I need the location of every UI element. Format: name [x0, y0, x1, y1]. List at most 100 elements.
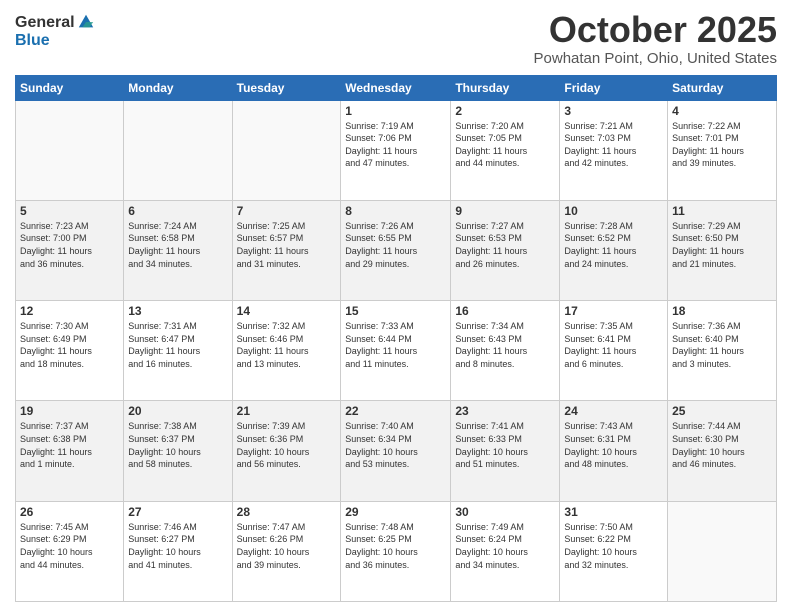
calendar-day: 25 Sunrise: 7:44 AMSunset: 6:30 PMDayligh…: [668, 401, 777, 501]
logo-icon: [77, 13, 95, 31]
calendar-day: 6Sunrise: 7:24 AMSunset: 6:58 PMDaylight…: [124, 200, 232, 300]
day-info: Sunrise: 7:40 AMSunset: 6:34 PMDaylight:…: [345, 420, 446, 470]
day-info: Sunrise: 7:48 AMSunset: 6:25 PMDaylight:…: [345, 521, 446, 571]
calendar-day: 23Sunrise: 7:41 AMSunset: 6:33 PMDayligh…: [451, 401, 560, 501]
day-number: 24: [564, 404, 663, 418]
day-info: Sunrise: 7:45 AMSunset: 6:29 PMDaylight:…: [20, 521, 119, 571]
col-tuesday: Tuesday: [232, 75, 341, 100]
calendar-day: 1Sunrise: 7:19 AMSunset: 7:06 PMDaylight…: [341, 100, 451, 200]
col-thursday: Thursday: [451, 75, 560, 100]
day-number: 9: [455, 204, 555, 218]
day-number: 10: [564, 204, 663, 218]
day-number: 5: [20, 204, 119, 218]
calendar-day: 2 Sunrise: 7:20 AMSunset: 7:05 PMDaylight…: [451, 100, 560, 200]
calendar-day: 31Sunrise: 7:50 AMSunset: 6:22 PMDayligh…: [560, 501, 668, 601]
calendar-week-5: 26 Sunrise: 7:45 AMSunset: 6:29 PMDayligh…: [16, 501, 777, 601]
calendar-day: 29 Sunrise: 7:48 AMSunset: 6:25 PMDayligh…: [341, 501, 451, 601]
calendar-week-3: 12Sunrise: 7:30 AMSunset: 6:49 PMDayligh…: [16, 301, 777, 401]
calendar-day: 21 Sunrise: 7:39 AMSunset: 6:36 PMDayligh…: [232, 401, 341, 501]
calendar-day: 5Sunrise: 7:23 AMSunset: 7:00 PMDaylight…: [16, 200, 124, 300]
logo: General Blue: [15, 14, 95, 49]
day-number: 19: [20, 404, 119, 418]
month-title: October 2025: [534, 10, 777, 50]
day-number: 2: [455, 104, 555, 118]
page: General Blue October 2025 Powhatan Point…: [0, 0, 792, 612]
location-title: Powhatan Point, Ohio, United States: [534, 50, 777, 67]
calendar-day: 14Sunrise: 7:32 AMSunset: 6:46 PMDayligh…: [232, 301, 341, 401]
day-number: 14: [237, 304, 337, 318]
calendar-day: [124, 100, 232, 200]
day-number: 15: [345, 304, 446, 318]
day-number: 17: [564, 304, 663, 318]
calendar-day: 18 Sunrise: 7:36 AMSunset: 6:40 PMDayligh…: [668, 301, 777, 401]
day-info: Sunrise: 7:38 AMSunset: 6:37 PMDaylight:…: [128, 420, 227, 470]
day-info: Sunrise: 7:28 AMSunset: 6:52 PMDaylight:…: [564, 220, 663, 270]
calendar-day: 11 Sunrise: 7:29 AMSunset: 6:50 PMDayligh…: [668, 200, 777, 300]
day-info: Sunrise: 7:47 AMSunset: 6:26 PMDaylight:…: [237, 521, 337, 571]
day-info: Sunrise: 7:35 AMSunset: 6:41 PMDaylight:…: [564, 320, 663, 370]
day-info: Sunrise: 7:27 AMSunset: 6:53 PMDaylight:…: [455, 220, 555, 270]
header: General Blue October 2025 Powhatan Point…: [15, 10, 777, 67]
day-info: Sunrise: 7:46 AMSunset: 6:27 PMDaylight:…: [128, 521, 227, 571]
calendar-day: 9 Sunrise: 7:27 AMSunset: 6:53 PMDaylight…: [451, 200, 560, 300]
calendar-day: 24 Sunrise: 7:43 AMSunset: 6:31 PMDayligh…: [560, 401, 668, 501]
day-info: Sunrise: 7:36 AMSunset: 6:40 PMDaylight:…: [672, 320, 772, 370]
day-info: Sunrise: 7:34 AMSunset: 6:43 PMDaylight:…: [455, 320, 555, 370]
day-number: 11: [672, 204, 772, 218]
day-info: Sunrise: 7:39 AMSunset: 6:36 PMDaylight:…: [237, 420, 337, 470]
day-info: Sunrise: 7:29 AMSunset: 6:50 PMDaylight:…: [672, 220, 772, 270]
calendar-day: 19 Sunrise: 7:37 AMSunset: 6:38 PMDayligh…: [16, 401, 124, 501]
calendar-day: [668, 501, 777, 601]
day-number: 22: [345, 404, 446, 418]
day-number: 18: [672, 304, 772, 318]
calendar-header-row: Sunday Monday Tuesday Wednesday Thursday…: [16, 75, 777, 100]
day-info: Sunrise: 7:21 AMSunset: 7:03 PMDaylight:…: [564, 120, 663, 170]
day-info: Sunrise: 7:44 AMSunset: 6:30 PMDaylight:…: [672, 420, 772, 470]
day-info: Sunrise: 7:22 AMSunset: 7:01 PMDaylight:…: [672, 120, 772, 170]
calendar-day: 17 Sunrise: 7:35 AMSunset: 6:41 PMDayligh…: [560, 301, 668, 401]
day-info: Sunrise: 7:24 AMSunset: 6:58 PMDaylight:…: [128, 220, 227, 270]
calendar-day: 27Sunrise: 7:46 AMSunset: 6:27 PMDayligh…: [124, 501, 232, 601]
col-sunday: Sunday: [16, 75, 124, 100]
day-info: Sunrise: 7:31 AMSunset: 6:47 PMDaylight:…: [128, 320, 227, 370]
calendar-day: 22 Sunrise: 7:40 AMSunset: 6:34 PMDayligh…: [341, 401, 451, 501]
calendar-day: 8 Sunrise: 7:26 AMSunset: 6:55 PMDaylight…: [341, 200, 451, 300]
day-number: 30: [455, 505, 555, 519]
day-info: Sunrise: 7:49 AMSunset: 6:24 PMDaylight:…: [455, 521, 555, 571]
day-info: Sunrise: 7:30 AMSunset: 6:49 PMDaylight:…: [20, 320, 119, 370]
day-number: 8: [345, 204, 446, 218]
calendar-day: [16, 100, 124, 200]
day-number: 7: [237, 204, 337, 218]
day-number: 29: [345, 505, 446, 519]
title-block: October 2025 Powhatan Point, Ohio, Unite…: [534, 10, 777, 67]
day-number: 20: [128, 404, 227, 418]
calendar-day: 26 Sunrise: 7:45 AMSunset: 6:29 PMDayligh…: [16, 501, 124, 601]
calendar-day: 4Sunrise: 7:22 AMSunset: 7:01 PMDaylight…: [668, 100, 777, 200]
calendar-day: 28 Sunrise: 7:47 AMSunset: 6:26 PMDayligh…: [232, 501, 341, 601]
col-wednesday: Wednesday: [341, 75, 451, 100]
calendar-day: 20 Sunrise: 7:38 AMSunset: 6:37 PMDayligh…: [124, 401, 232, 501]
day-number: 25: [672, 404, 772, 418]
calendar-day: [232, 100, 341, 200]
day-info: Sunrise: 7:20 AMSunset: 7:05 PMDaylight:…: [455, 120, 555, 170]
day-number: 13: [128, 304, 227, 318]
calendar-day: 13 Sunrise: 7:31 AMSunset: 6:47 PMDayligh…: [124, 301, 232, 401]
day-number: 26: [20, 505, 119, 519]
day-info: Sunrise: 7:19 AMSunset: 7:06 PMDaylight:…: [345, 120, 446, 170]
day-info: Sunrise: 7:37 AMSunset: 6:38 PMDaylight:…: [20, 420, 119, 470]
calendar-day: 12Sunrise: 7:30 AMSunset: 6:49 PMDayligh…: [16, 301, 124, 401]
calendar-day: 30 Sunrise: 7:49 AMSunset: 6:24 PMDayligh…: [451, 501, 560, 601]
calendar-week-1: 1Sunrise: 7:19 AMSunset: 7:06 PMDaylight…: [16, 100, 777, 200]
day-number: 21: [237, 404, 337, 418]
day-number: 28: [237, 505, 337, 519]
day-info: Sunrise: 7:41 AMSunset: 6:33 PMDaylight:…: [455, 420, 555, 470]
day-info: Sunrise: 7:26 AMSunset: 6:55 PMDaylight:…: [345, 220, 446, 270]
day-number: 31: [564, 505, 663, 519]
logo-general: General: [15, 14, 75, 32]
calendar-day: 10 Sunrise: 7:28 AMSunset: 6:52 PMDayligh…: [560, 200, 668, 300]
day-info: Sunrise: 7:25 AMSunset: 6:57 PMDaylight:…: [237, 220, 337, 270]
calendar-day: 7 Sunrise: 7:25 AMSunset: 6:57 PMDaylight…: [232, 200, 341, 300]
col-saturday: Saturday: [668, 75, 777, 100]
logo-blue: Blue: [15, 32, 95, 50]
day-info: Sunrise: 7:43 AMSunset: 6:31 PMDaylight:…: [564, 420, 663, 470]
